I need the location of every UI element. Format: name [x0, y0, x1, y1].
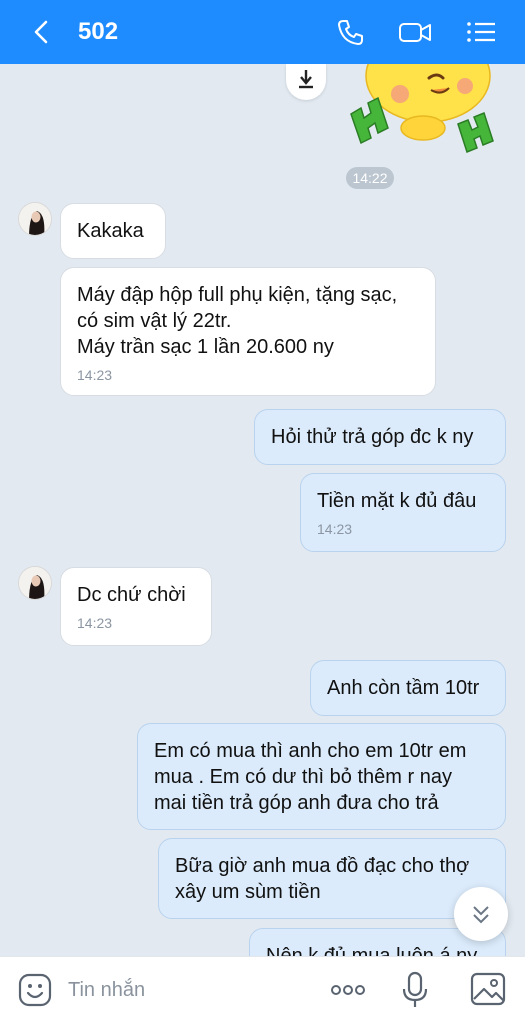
message-bubble-outgoing[interactable]: Tiền mặt k đủ đâu 14:23: [300, 473, 506, 552]
message-bubble-incoming[interactable]: Máy đập hộp full phụ kiện, tặng sạc, có …: [60, 267, 436, 396]
message-text: Em có mua thì anh cho em 10tr em: [154, 740, 467, 762]
image-gallery-icon[interactable]: [470, 971, 506, 1007]
chat-title[interactable]: 502: [78, 18, 118, 46]
message-text: Bữa giờ anh mua đồ đạc cho thợ: [175, 855, 470, 877]
message-input[interactable]: Tin nhắn: [68, 979, 145, 1002]
microphone-icon[interactable]: [400, 971, 430, 1009]
message-time: 14:23: [317, 521, 353, 537]
download-icon: [299, 70, 313, 89]
message-text: mua . Em có dư thì bỏ thêm r nay: [154, 766, 452, 788]
message-bubble-incoming[interactable]: Dc chứ chời 14:23: [60, 567, 212, 646]
double-chevron-down-icon: [473, 906, 489, 924]
message-time: 14:23: [77, 615, 113, 631]
chat-area[interactable]: 14:22 Kakaka Máy đập hộp full phụ kiện, …: [0, 64, 525, 956]
message-bubble-outgoing[interactable]: Hỏi thử trả góp đc k ny: [254, 409, 506, 465]
time-separator: 14:22: [346, 167, 394, 189]
contact-avatar[interactable]: [18, 202, 52, 236]
message-text: có sim vật lý 22tr.: [77, 310, 232, 332]
message-text: Nên k đủ mua luôn á ny: [266, 945, 478, 956]
message-text: Máy đập hộp full phụ kiện, tặng sạc,: [77, 284, 398, 306]
message-text: Hỏi thử trả góp đc k ny: [271, 426, 474, 448]
message-text: Anh còn tầm 10tr: [327, 677, 480, 699]
message-text: mai tiền trả góp anh đưa cho trả: [154, 792, 439, 814]
message-text: Kakaka: [77, 220, 144, 242]
message-bubble-incoming[interactable]: Kakaka: [60, 203, 166, 259]
message-bubble-outgoing[interactable]: Em có mua thì anh cho em 10tr em mua . E…: [137, 723, 506, 830]
download-button[interactable]: [286, 64, 326, 100]
more-options-icon[interactable]: [330, 979, 366, 1001]
message-text: xây um sùm tiền: [175, 881, 321, 903]
sticker-emoji-icon[interactable]: [18, 973, 52, 1007]
message-text: Dc chứ chời: [77, 584, 186, 606]
phone-icon[interactable]: [334, 17, 368, 47]
message-text: Tiền mặt k đủ đâu: [317, 490, 477, 512]
back-icon[interactable]: [28, 18, 56, 46]
scroll-to-bottom-button[interactable]: [454, 887, 508, 941]
message-composer: Tin nhắn: [0, 956, 525, 1024]
avatar-icon: [19, 567, 51, 599]
avatar-icon: [19, 203, 51, 235]
message-bubble-outgoing[interactable]: Anh còn tầm 10tr: [310, 660, 506, 716]
chat-header: 502: [0, 0, 525, 64]
message-time: 14:23: [77, 367, 113, 383]
message-text: Máy trần sạc 1 lần 20.600 ny: [77, 336, 334, 358]
video-call-icon[interactable]: [398, 17, 432, 47]
haha-sticker[interactable]: [345, 64, 505, 156]
menu-list-icon[interactable]: [464, 17, 498, 47]
contact-avatar[interactable]: [18, 566, 52, 600]
